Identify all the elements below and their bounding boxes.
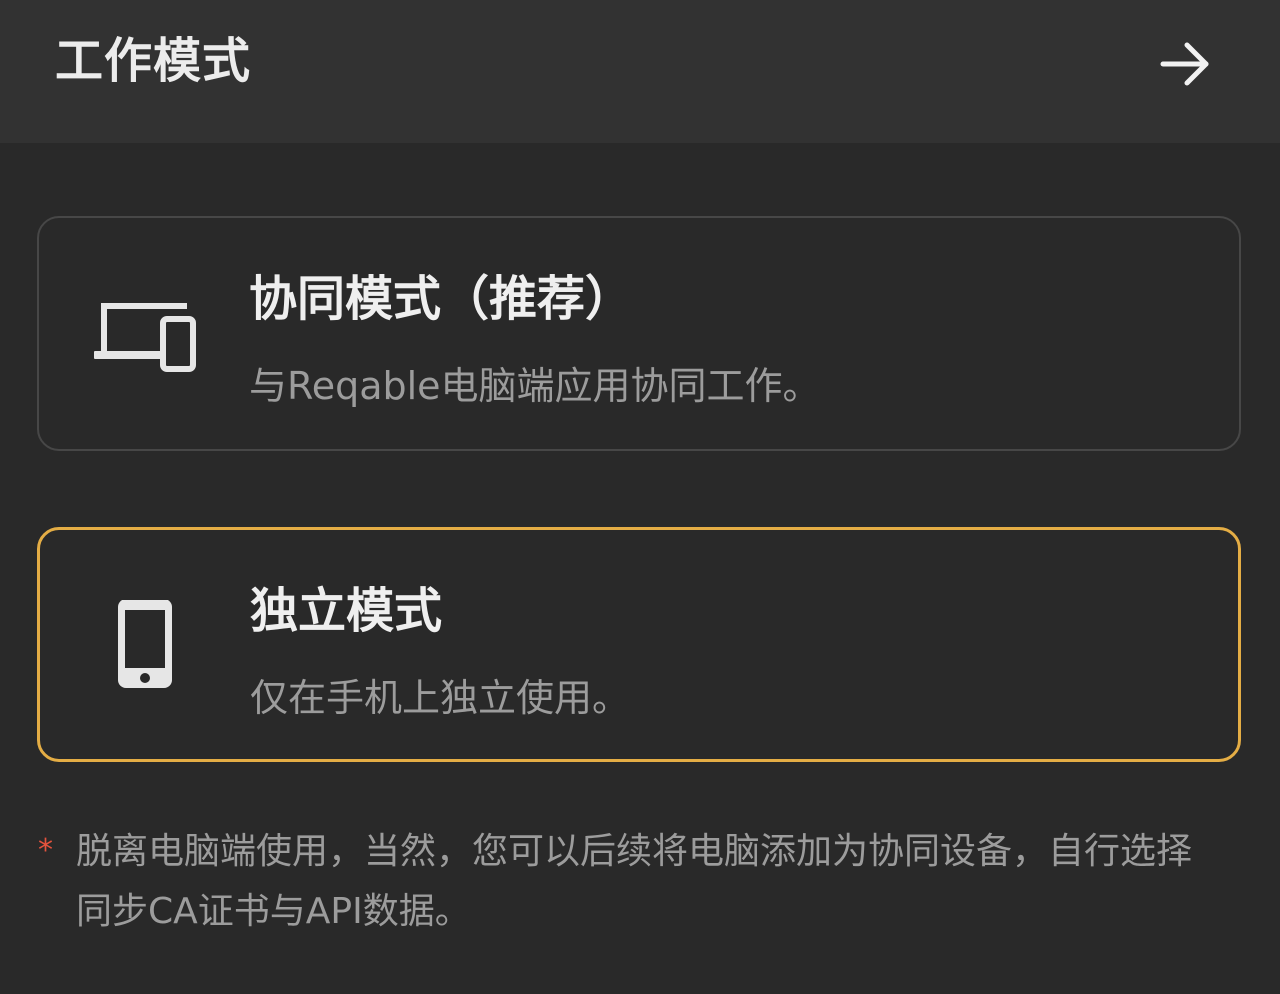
devices-icon <box>94 303 196 372</box>
collab-mode-title: 协同模式（推荐） <box>249 271 634 327</box>
standalone-mode-description: 仅在手机上独立使用。 <box>250 676 631 720</box>
standalone-mode-title: 独立模式 <box>250 583 443 639</box>
collab-mode-description: 与Reqable电脑端应用协同工作。 <box>249 364 821 408</box>
phone-icon <box>118 600 172 688</box>
footnote-text: 脱离电脑端使用，当然，您可以后续将电脑添加为协同设备，自行选择同步CA证书与AP… <box>76 831 1193 932</box>
page-title: 工作模式 <box>55 33 252 89</box>
collab-mode-card[interactable]: 协同模式（推荐） 与Reqable电脑端应用协同工作。 <box>37 216 1241 451</box>
arrow-right-icon <box>1160 42 1209 86</box>
next-button[interactable] <box>1150 28 1222 100</box>
required-marker: * <box>38 833 53 868</box>
standalone-mode-card[interactable]: 独立模式 仅在手机上独立使用。 <box>37 527 1241 762</box>
app-bar: 工作模式 <box>0 0 1280 143</box>
